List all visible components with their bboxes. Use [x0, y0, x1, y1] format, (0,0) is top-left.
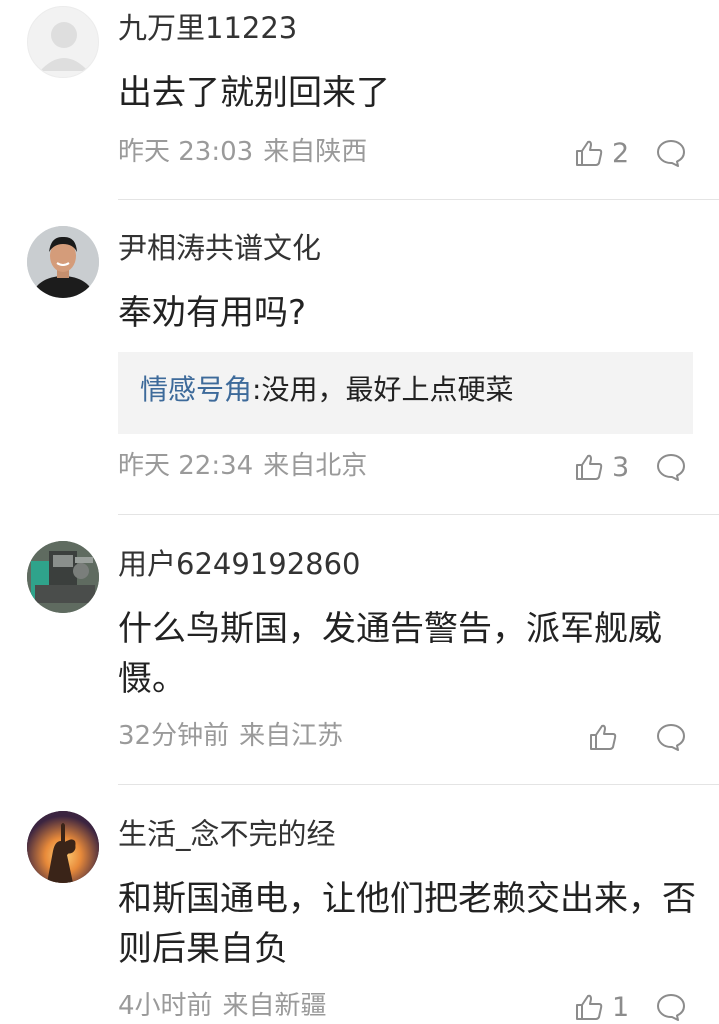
comment-time: 32分钟前 [118, 721, 230, 751]
divider [118, 514, 719, 515]
comment-meta: 4小时前 来自新疆 [118, 990, 327, 1022]
comment-text: 出去了就别回来了 [118, 73, 390, 113]
like-count: 2 [612, 137, 630, 169]
comment-time: 4小时前 [118, 991, 213, 1021]
comment-text: 什么鸟斯国，发通告警告，派军舰威慑。 [118, 609, 662, 699]
avatar[interactable] [27, 226, 99, 298]
like-button[interactable] [588, 721, 626, 753]
thumbs-up-icon [590, 724, 617, 750]
comment-text: 和斯国通电，让他们把老赖交出来，否则后果自负 [118, 879, 696, 969]
comment-meta: 昨天 23:03 来自陕西 [118, 136, 367, 168]
comment-location: 来自江苏 [239, 721, 344, 751]
reply-preview[interactable]: 情感号角:没用，最好上点硬菜 [118, 352, 693, 434]
username[interactable]: 生活_念不完的经 [118, 816, 336, 852]
comment-time: 昨天 23:03 [118, 137, 254, 167]
username[interactable]: 九万里11223 [118, 10, 297, 46]
comment-location: 来自陕西 [263, 137, 368, 167]
like-button[interactable]: 3 [574, 451, 629, 483]
speech-bubble-icon[interactable] [656, 452, 686, 482]
divider [118, 199, 719, 200]
comment-location: 来自新疆 [222, 991, 327, 1021]
thumbs-up-icon [576, 140, 603, 166]
speech-bubble-icon[interactable] [656, 138, 686, 168]
reply-author[interactable]: 情感号角 [140, 373, 252, 406]
username[interactable]: 尹相涛共谱文化 [118, 230, 321, 266]
divider [118, 784, 719, 785]
avatar[interactable] [27, 541, 99, 613]
speech-bubble-icon[interactable] [656, 992, 686, 1022]
comment-location: 来自北京 [263, 451, 368, 481]
speech-bubble-icon[interactable] [656, 722, 686, 752]
reply-text: :没用，最好上点硬菜 [252, 373, 514, 406]
avatar[interactable] [27, 6, 99, 78]
comment-meta: 32分钟前 来自江苏 [118, 720, 343, 752]
thumbs-up-icon [576, 454, 603, 480]
comment-meta: 昨天 22:34 来自北京 [118, 450, 367, 482]
like-count: 3 [612, 451, 630, 483]
comment-time: 昨天 22:34 [118, 451, 254, 481]
like-count: 1 [612, 991, 630, 1023]
thumbs-up-icon [576, 994, 603, 1020]
comment-text: 奉劝有用吗? [118, 293, 307, 333]
username[interactable]: 用户6249192860 [118, 546, 361, 582]
like-button[interactable]: 1 [574, 991, 629, 1023]
avatar[interactable] [27, 811, 99, 883]
like-button[interactable]: 2 [574, 137, 629, 169]
